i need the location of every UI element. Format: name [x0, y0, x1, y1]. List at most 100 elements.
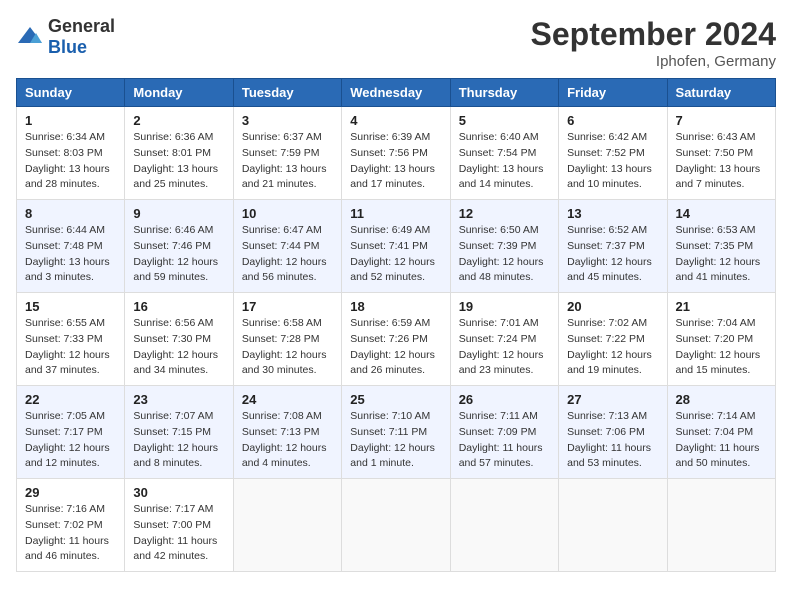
table-row: 15 Sunrise: 6:55 AM Sunset: 7:33 PM Dayl… [17, 293, 125, 386]
day-content: Sunrise: 6:50 AM Sunset: 7:39 PM Dayligh… [459, 223, 550, 286]
day-number: 13 [567, 206, 658, 221]
table-row: 7 Sunrise: 6:43 AM Sunset: 7:50 PM Dayli… [667, 107, 775, 200]
day-content: Sunrise: 6:44 AM Sunset: 7:48 PM Dayligh… [25, 223, 116, 286]
table-row: 18 Sunrise: 6:59 AM Sunset: 7:26 PM Dayl… [342, 293, 450, 386]
day-content: Sunrise: 7:07 AM Sunset: 7:15 PM Dayligh… [133, 409, 224, 472]
day-number: 7 [676, 113, 767, 128]
day-number: 11 [350, 206, 441, 221]
day-number: 5 [459, 113, 550, 128]
day-number: 2 [133, 113, 224, 128]
day-number: 3 [242, 113, 333, 128]
day-number: 21 [676, 299, 767, 314]
day-content: Sunrise: 6:59 AM Sunset: 7:26 PM Dayligh… [350, 316, 441, 379]
day-number: 6 [567, 113, 658, 128]
table-row [559, 479, 667, 572]
day-content: Sunrise: 6:40 AM Sunset: 7:54 PM Dayligh… [459, 130, 550, 193]
day-content: Sunrise: 7:05 AM Sunset: 7:17 PM Dayligh… [25, 409, 116, 472]
day-content: Sunrise: 6:52 AM Sunset: 7:37 PM Dayligh… [567, 223, 658, 286]
day-number: 30 [133, 485, 224, 500]
calendar-row: 1 Sunrise: 6:34 AM Sunset: 8:03 PM Dayli… [17, 107, 776, 200]
day-number: 25 [350, 392, 441, 407]
calendar-row: 8 Sunrise: 6:44 AM Sunset: 7:48 PM Dayli… [17, 200, 776, 293]
day-content: Sunrise: 7:04 AM Sunset: 7:20 PM Dayligh… [676, 316, 767, 379]
day-number: 19 [459, 299, 550, 314]
col-wednesday: Wednesday [342, 79, 450, 107]
table-row: 5 Sunrise: 6:40 AM Sunset: 7:54 PM Dayli… [450, 107, 558, 200]
day-content: Sunrise: 7:14 AM Sunset: 7:04 PM Dayligh… [676, 409, 767, 472]
table-row: 17 Sunrise: 6:58 AM Sunset: 7:28 PM Dayl… [233, 293, 341, 386]
day-number: 18 [350, 299, 441, 314]
day-number: 17 [242, 299, 333, 314]
day-content: Sunrise: 6:55 AM Sunset: 7:33 PM Dayligh… [25, 316, 116, 379]
day-content: Sunrise: 6:43 AM Sunset: 7:50 PM Dayligh… [676, 130, 767, 193]
day-content: Sunrise: 7:01 AM Sunset: 7:24 PM Dayligh… [459, 316, 550, 379]
table-row: 22 Sunrise: 7:05 AM Sunset: 7:17 PM Dayl… [17, 386, 125, 479]
day-number: 20 [567, 299, 658, 314]
day-content: Sunrise: 6:56 AM Sunset: 7:30 PM Dayligh… [133, 316, 224, 379]
day-content: Sunrise: 6:37 AM Sunset: 7:59 PM Dayligh… [242, 130, 333, 193]
table-row: 19 Sunrise: 7:01 AM Sunset: 7:24 PM Dayl… [450, 293, 558, 386]
table-row: 6 Sunrise: 6:42 AM Sunset: 7:52 PM Dayli… [559, 107, 667, 200]
day-number: 27 [567, 392, 658, 407]
table-row: 10 Sunrise: 6:47 AM Sunset: 7:44 PM Dayl… [233, 200, 341, 293]
table-row: 11 Sunrise: 6:49 AM Sunset: 7:41 PM Dayl… [342, 200, 450, 293]
table-row: 16 Sunrise: 6:56 AM Sunset: 7:30 PM Dayl… [125, 293, 233, 386]
calendar-row: 22 Sunrise: 7:05 AM Sunset: 7:17 PM Dayl… [17, 386, 776, 479]
day-number: 26 [459, 392, 550, 407]
logo-general: General [48, 16, 115, 36]
table-row: 8 Sunrise: 6:44 AM Sunset: 7:48 PM Dayli… [17, 200, 125, 293]
table-row: 24 Sunrise: 7:08 AM Sunset: 7:13 PM Dayl… [233, 386, 341, 479]
table-row: 29 Sunrise: 7:16 AM Sunset: 7:02 PM Dayl… [17, 479, 125, 572]
logo-blue: Blue [48, 37, 87, 57]
day-number: 9 [133, 206, 224, 221]
table-row: 21 Sunrise: 7:04 AM Sunset: 7:20 PM Dayl… [667, 293, 775, 386]
location-title: Iphofen, Germany [531, 53, 776, 70]
day-content: Sunrise: 6:34 AM Sunset: 8:03 PM Dayligh… [25, 130, 116, 193]
day-number: 14 [676, 206, 767, 221]
col-thursday: Thursday [450, 79, 558, 107]
day-number: 10 [242, 206, 333, 221]
day-content: Sunrise: 6:36 AM Sunset: 8:01 PM Dayligh… [133, 130, 224, 193]
table-row: 30 Sunrise: 7:17 AM Sunset: 7:00 PM Dayl… [125, 479, 233, 572]
table-row: 3 Sunrise: 6:37 AM Sunset: 7:59 PM Dayli… [233, 107, 341, 200]
day-number: 22 [25, 392, 116, 407]
day-content: Sunrise: 6:58 AM Sunset: 7:28 PM Dayligh… [242, 316, 333, 379]
day-number: 24 [242, 392, 333, 407]
day-content: Sunrise: 6:42 AM Sunset: 7:52 PM Dayligh… [567, 130, 658, 193]
col-tuesday: Tuesday [233, 79, 341, 107]
day-content: Sunrise: 6:53 AM Sunset: 7:35 PM Dayligh… [676, 223, 767, 286]
table-row: 9 Sunrise: 6:46 AM Sunset: 7:46 PM Dayli… [125, 200, 233, 293]
header: General Blue September 2024 Iphofen, Ger… [16, 16, 776, 70]
day-number: 29 [25, 485, 116, 500]
table-row: 27 Sunrise: 7:13 AM Sunset: 7:06 PM Dayl… [559, 386, 667, 479]
table-row: 26 Sunrise: 7:11 AM Sunset: 7:09 PM Dayl… [450, 386, 558, 479]
day-number: 28 [676, 392, 767, 407]
table-row: 12 Sunrise: 6:50 AM Sunset: 7:39 PM Dayl… [450, 200, 558, 293]
table-row: 4 Sunrise: 6:39 AM Sunset: 7:56 PM Dayli… [342, 107, 450, 200]
table-row: 1 Sunrise: 6:34 AM Sunset: 8:03 PM Dayli… [17, 107, 125, 200]
col-sunday: Sunday [17, 79, 125, 107]
table-row: 25 Sunrise: 7:10 AM Sunset: 7:11 PM Dayl… [342, 386, 450, 479]
title-area: September 2024 Iphofen, Germany [531, 16, 776, 70]
calendar-table: Sunday Monday Tuesday Wednesday Thursday… [16, 78, 776, 572]
day-number: 23 [133, 392, 224, 407]
day-content: Sunrise: 6:47 AM Sunset: 7:44 PM Dayligh… [242, 223, 333, 286]
table-row: 28 Sunrise: 7:14 AM Sunset: 7:04 PM Dayl… [667, 386, 775, 479]
day-number: 4 [350, 113, 441, 128]
table-row [667, 479, 775, 572]
table-row: 23 Sunrise: 7:07 AM Sunset: 7:15 PM Dayl… [125, 386, 233, 479]
day-content: Sunrise: 7:17 AM Sunset: 7:00 PM Dayligh… [133, 502, 224, 565]
day-content: Sunrise: 7:10 AM Sunset: 7:11 PM Dayligh… [350, 409, 441, 472]
day-number: 8 [25, 206, 116, 221]
day-number: 15 [25, 299, 116, 314]
table-row: 14 Sunrise: 6:53 AM Sunset: 7:35 PM Dayl… [667, 200, 775, 293]
logo-icon [16, 23, 44, 51]
day-content: Sunrise: 7:08 AM Sunset: 7:13 PM Dayligh… [242, 409, 333, 472]
header-row: Sunday Monday Tuesday Wednesday Thursday… [17, 79, 776, 107]
col-saturday: Saturday [667, 79, 775, 107]
day-content: Sunrise: 7:11 AM Sunset: 7:09 PM Dayligh… [459, 409, 550, 472]
table-row [450, 479, 558, 572]
col-monday: Monday [125, 79, 233, 107]
day-content: Sunrise: 7:02 AM Sunset: 7:22 PM Dayligh… [567, 316, 658, 379]
logo: General Blue [16, 16, 115, 58]
